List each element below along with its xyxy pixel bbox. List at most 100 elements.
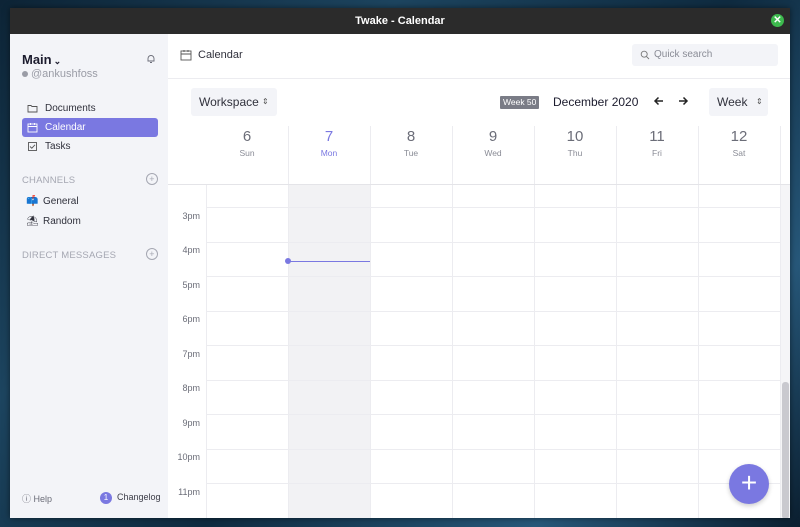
- current-time-line: [288, 261, 370, 262]
- changelog-badge: 1: [100, 492, 112, 504]
- hour-label: 4pm: [182, 245, 200, 255]
- day-name: Sat: [732, 148, 746, 158]
- hour-label: 8pm: [182, 383, 200, 393]
- column-divider: [698, 185, 699, 518]
- folder-icon: [27, 105, 38, 113]
- changelog-link[interactable]: 1 Changelog: [100, 492, 161, 504]
- day-number: 10: [566, 128, 584, 145]
- hour-label: 11pm: [178, 487, 200, 497]
- day-number: 12: [730, 128, 748, 145]
- hour-label: 5pm: [182, 280, 200, 290]
- workspace-select[interactable]: Workspace ⇕: [191, 88, 277, 116]
- hour-line: [206, 380, 781, 381]
- current-user: @ankushfoss: [22, 68, 98, 80]
- column-divider: [206, 185, 207, 518]
- day-header-sun[interactable]: 6 Sun: [206, 126, 289, 184]
- sidebar-item-label: Calendar: [45, 122, 86, 133]
- username: @ankushfoss: [31, 68, 98, 80]
- add-channel-icon[interactable]: +: [146, 173, 158, 185]
- add-dm-icon[interactable]: +: [146, 248, 158, 260]
- hour-line: [206, 311, 781, 312]
- calendar-grid[interactable]: 3pm 4pm 5pm 6pm 7pm 8pm 9pm 10pm 11pm: [168, 184, 790, 518]
- day-header-tue[interactable]: 8 Tue: [370, 126, 453, 184]
- channel-general[interactable]: 📫 General: [22, 193, 158, 211]
- hour-line: [206, 483, 781, 484]
- main-panel: Calendar Quick search Workspace ⇕ Week 5…: [168, 34, 790, 518]
- plus-icon: +: [740, 467, 758, 498]
- day-number: 7: [324, 128, 334, 145]
- arrow-left-icon[interactable]: [652, 94, 666, 108]
- day-header-fri[interactable]: 11 Fri: [616, 126, 699, 184]
- day-header-wed[interactable]: 9 Wed: [452, 126, 535, 184]
- close-icon[interactable]: ✕: [771, 14, 784, 27]
- day-header-thu[interactable]: 10 Thu: [534, 126, 617, 184]
- add-event-button[interactable]: +: [729, 464, 769, 504]
- search-input[interactable]: Quick search: [632, 44, 778, 66]
- hour-label: 6pm: [182, 314, 200, 324]
- page-title: Calendar: [198, 49, 243, 61]
- current-time-dot: [285, 258, 291, 264]
- column-divider: [616, 185, 617, 518]
- help-link[interactable]: ⓘ Help: [22, 492, 52, 505]
- section-title: DIRECT MESSAGES: [22, 250, 117, 261]
- mailbox-icon: 📫: [26, 196, 39, 207]
- help-label: Help: [33, 494, 53, 504]
- sidebar: Main ⌄ @ankushfoss Documents Calendar Ta…: [10, 34, 169, 518]
- day-header-sat[interactable]: 12 Sat: [698, 126, 781, 184]
- calendar-icon: [180, 50, 192, 61]
- today-column[interactable]: [288, 185, 370, 518]
- hour-line: [206, 449, 781, 450]
- channel-label: Random: [43, 216, 81, 227]
- channel-random[interactable]: ⛱ Random: [22, 213, 158, 231]
- umbrella-icon: ⛱: [26, 216, 39, 227]
- hour-line: [206, 207, 781, 208]
- chevron-down-icon: ⌄: [53, 56, 62, 66]
- search-placeholder: Quick search: [654, 49, 713, 60]
- title-bar: Twake - Calendar ✕: [10, 8, 790, 34]
- checkbox-icon: [28, 142, 37, 151]
- day-name: Tue: [403, 148, 419, 158]
- changelog-label: Changelog: [117, 492, 161, 502]
- month-label: December 2020: [553, 95, 639, 109]
- sort-icon: ⇕: [756, 97, 763, 106]
- day-header-mon[interactable]: 7 Mon: [288, 126, 371, 184]
- day-number: 8: [406, 128, 416, 145]
- week-badge: Week 50: [500, 96, 540, 109]
- day-name: Fri: [652, 148, 662, 158]
- sidebar-item-calendar[interactable]: Calendar: [22, 118, 158, 137]
- bell-icon[interactable]: [146, 54, 156, 64]
- status-dot: [22, 71, 28, 78]
- arrow-right-icon[interactable]: [676, 94, 690, 108]
- hour-label: 7pm: [182, 349, 200, 359]
- hour-line: [206, 242, 781, 243]
- day-name: Wed: [484, 148, 502, 158]
- window-title: Twake - Calendar: [355, 15, 445, 27]
- day-number: 6: [242, 128, 252, 145]
- sidebar-item-label: Documents: [45, 103, 96, 114]
- sidebar-item-tasks[interactable]: Tasks: [22, 137, 158, 156]
- view-select-label: Week: [717, 95, 748, 109]
- hour-line: [206, 345, 781, 346]
- workspace-switcher[interactable]: Main ⌄: [22, 52, 61, 67]
- hour-line: [206, 414, 781, 415]
- column-divider: [288, 185, 289, 518]
- hour-label: 3pm: [182, 211, 200, 221]
- hour-line: [206, 276, 781, 277]
- channel-label: General: [43, 196, 79, 207]
- workspace-name: Main: [22, 52, 52, 67]
- day-number: 11: [649, 128, 665, 145]
- day-name: Thu: [567, 148, 583, 158]
- section-title: CHANNELS: [22, 175, 76, 186]
- hour-label: 10pm: [177, 452, 200, 462]
- workspace-select-label: Workspace: [199, 95, 259, 109]
- channels-header: CHANNELS +: [22, 173, 158, 186]
- sort-icon: ⇕: [262, 97, 269, 106]
- day-number: 9: [488, 128, 498, 145]
- help-icon: ⓘ: [22, 494, 32, 504]
- view-select[interactable]: Week ⇕: [709, 88, 768, 116]
- sidebar-item-documents[interactable]: Documents: [22, 99, 158, 118]
- day-name: Mon: [320, 148, 338, 158]
- day-name: Sun: [239, 148, 255, 158]
- scrollbar-thumb[interactable]: [782, 382, 789, 518]
- search-icon: [640, 50, 650, 60]
